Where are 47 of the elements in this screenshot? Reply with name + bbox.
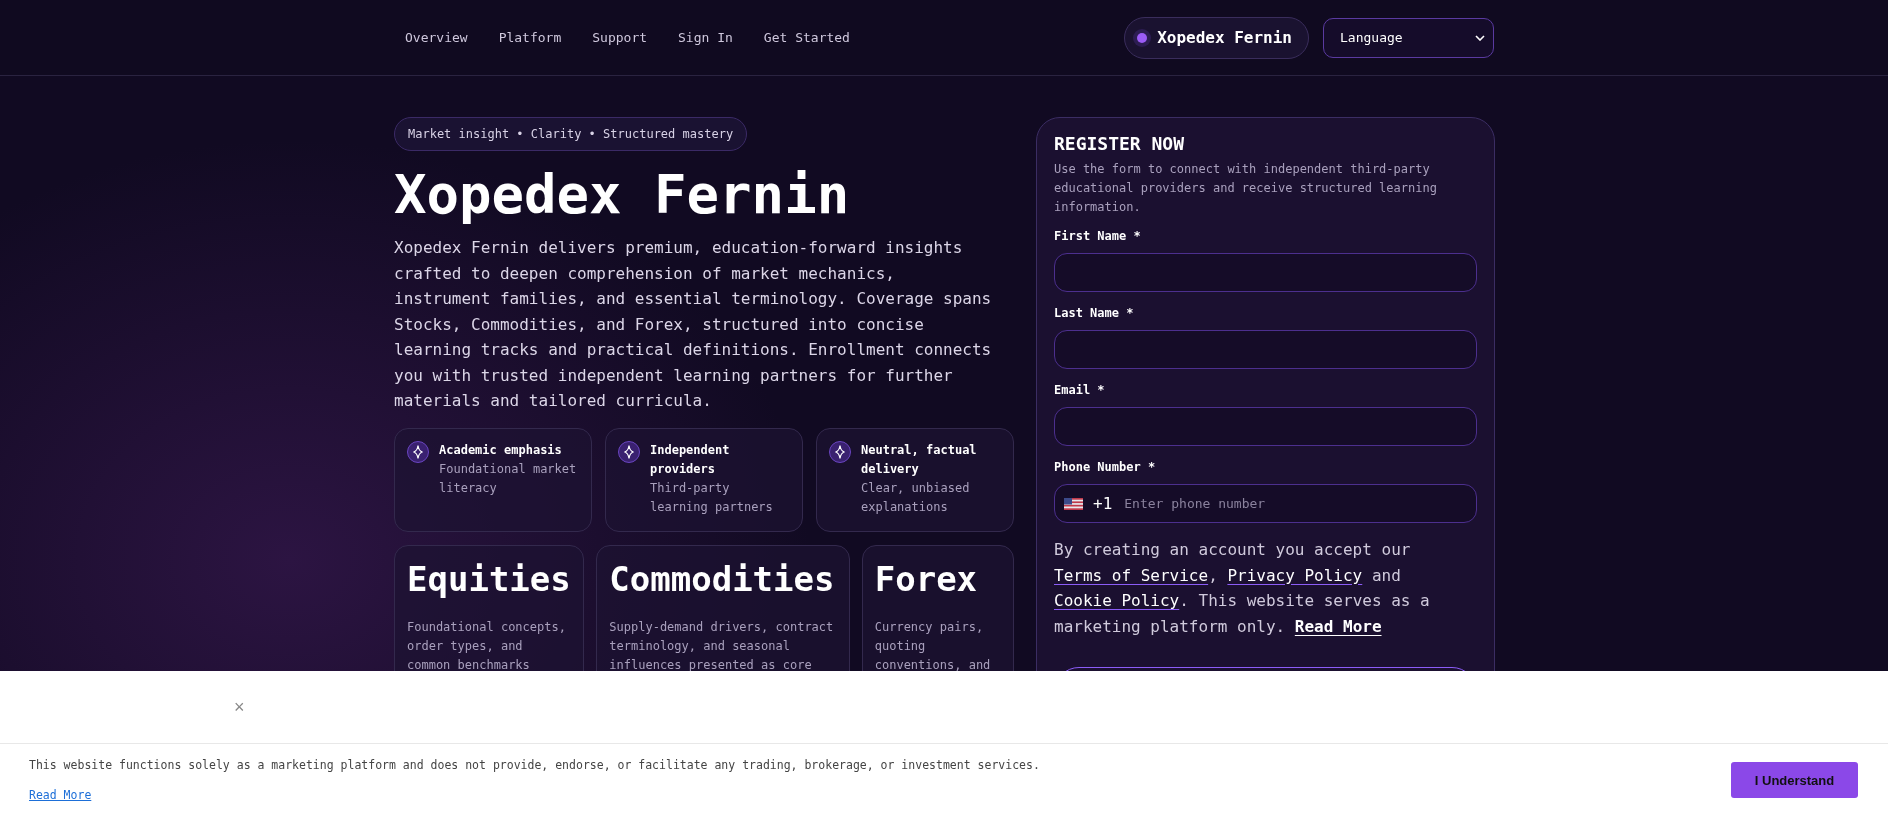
caret-icon xyxy=(1475,34,1485,41)
phone-input[interactable]: Enter phone number xyxy=(1122,495,1467,512)
form-description: Use the form to connect with independent third-party educational providers and receive structured learning information. xyxy=(1054,161,1438,216)
sparkle-icon xyxy=(618,440,640,463)
policy-link[interactable]: Terms of Service xyxy=(1054,565,1209,585)
sparkle-icon xyxy=(829,440,851,463)
feature-title: Academic emphasis xyxy=(439,441,563,459)
form-heading: REGISTER NOW xyxy=(1054,132,1186,156)
field-label: Email * xyxy=(1054,383,1106,398)
read-more-link[interactable]: Read More xyxy=(29,787,92,802)
consent-text: By creating an account you accept our Terms of Service, Privacy Policy and Cookie Policy. This website serves as a marketing platform only. Read More xyxy=(1054,539,1431,638)
input-field[interactable] xyxy=(1054,407,1477,446)
policy-link[interactable]: Cookie Policy xyxy=(1054,591,1180,610)
understand-button[interactable]: I Understand xyxy=(1731,762,1858,798)
hero-title: Xopedex Fernin xyxy=(394,163,851,227)
feature-text: Clear, unbiased explanations xyxy=(861,479,971,516)
nav-link[interactable]: Sign In xyxy=(678,30,733,45)
market-text: Foundational concepts, order types, and common benchmarks xyxy=(407,618,567,674)
nav-link[interactable]: Support xyxy=(592,30,648,45)
brand-badge: Xopedex Fernin xyxy=(1124,16,1309,59)
market-text: Currency pairs, quoting conventions, and xyxy=(874,618,992,674)
read-more-link[interactable]: Read More xyxy=(1294,616,1382,636)
language-select[interactable]: Language xyxy=(1323,17,1494,58)
feature-text: Foundational market literacy xyxy=(439,460,578,497)
input-field[interactable] xyxy=(1054,253,1477,292)
market-title: Equities xyxy=(407,557,572,601)
field-label: Last Name * xyxy=(1054,306,1135,321)
feature-title: Neutral, factual delivery xyxy=(861,441,978,478)
market-title: Forex xyxy=(874,557,979,601)
phone-field[interactable]: +1 Enter phone number xyxy=(1054,484,1477,523)
policy-link[interactable]: Privacy Policy xyxy=(1227,565,1363,585)
close-button[interactable]: × xyxy=(230,696,249,718)
nav-link[interactable]: Platform xyxy=(498,30,562,45)
flag-icon xyxy=(1064,497,1083,510)
field-label: Phone Number * xyxy=(1054,460,1157,475)
disclaimer-text: This website functions solely as a marketing platform and does not provide, endorse, or facilitate any trading, brokerage, or investment services. xyxy=(29,757,1040,772)
feature-text: Third-party learning partners xyxy=(650,479,774,516)
sparkle-icon xyxy=(407,440,429,463)
input-field[interactable] xyxy=(1054,330,1477,369)
tagline-badge: Market insight • Clarity • Structured mastery xyxy=(394,117,748,151)
nav-link[interactable]: Overview xyxy=(405,30,468,45)
intro-text: Xopedex Fernin delivers premium, education-forward insights crafted to deepen comprehension of market mechanics, instrument families, and essential terminology. Coverage spans Stocks, Commodities, and Forex, structured into concise learning tracks and practical definitions. Enrollment connects you with trusted independent learning partners for further materials and tailored curricula. xyxy=(394,237,993,412)
feature-title: Independent providers xyxy=(650,441,731,478)
field-label: First Name * xyxy=(1054,229,1142,244)
market-text: Supply-demand drivers, contract terminology, and seasonal influences presented as core xyxy=(609,618,835,674)
nav-link[interactable]: Get Started xyxy=(763,30,850,45)
market-title: Commodities xyxy=(609,557,836,601)
